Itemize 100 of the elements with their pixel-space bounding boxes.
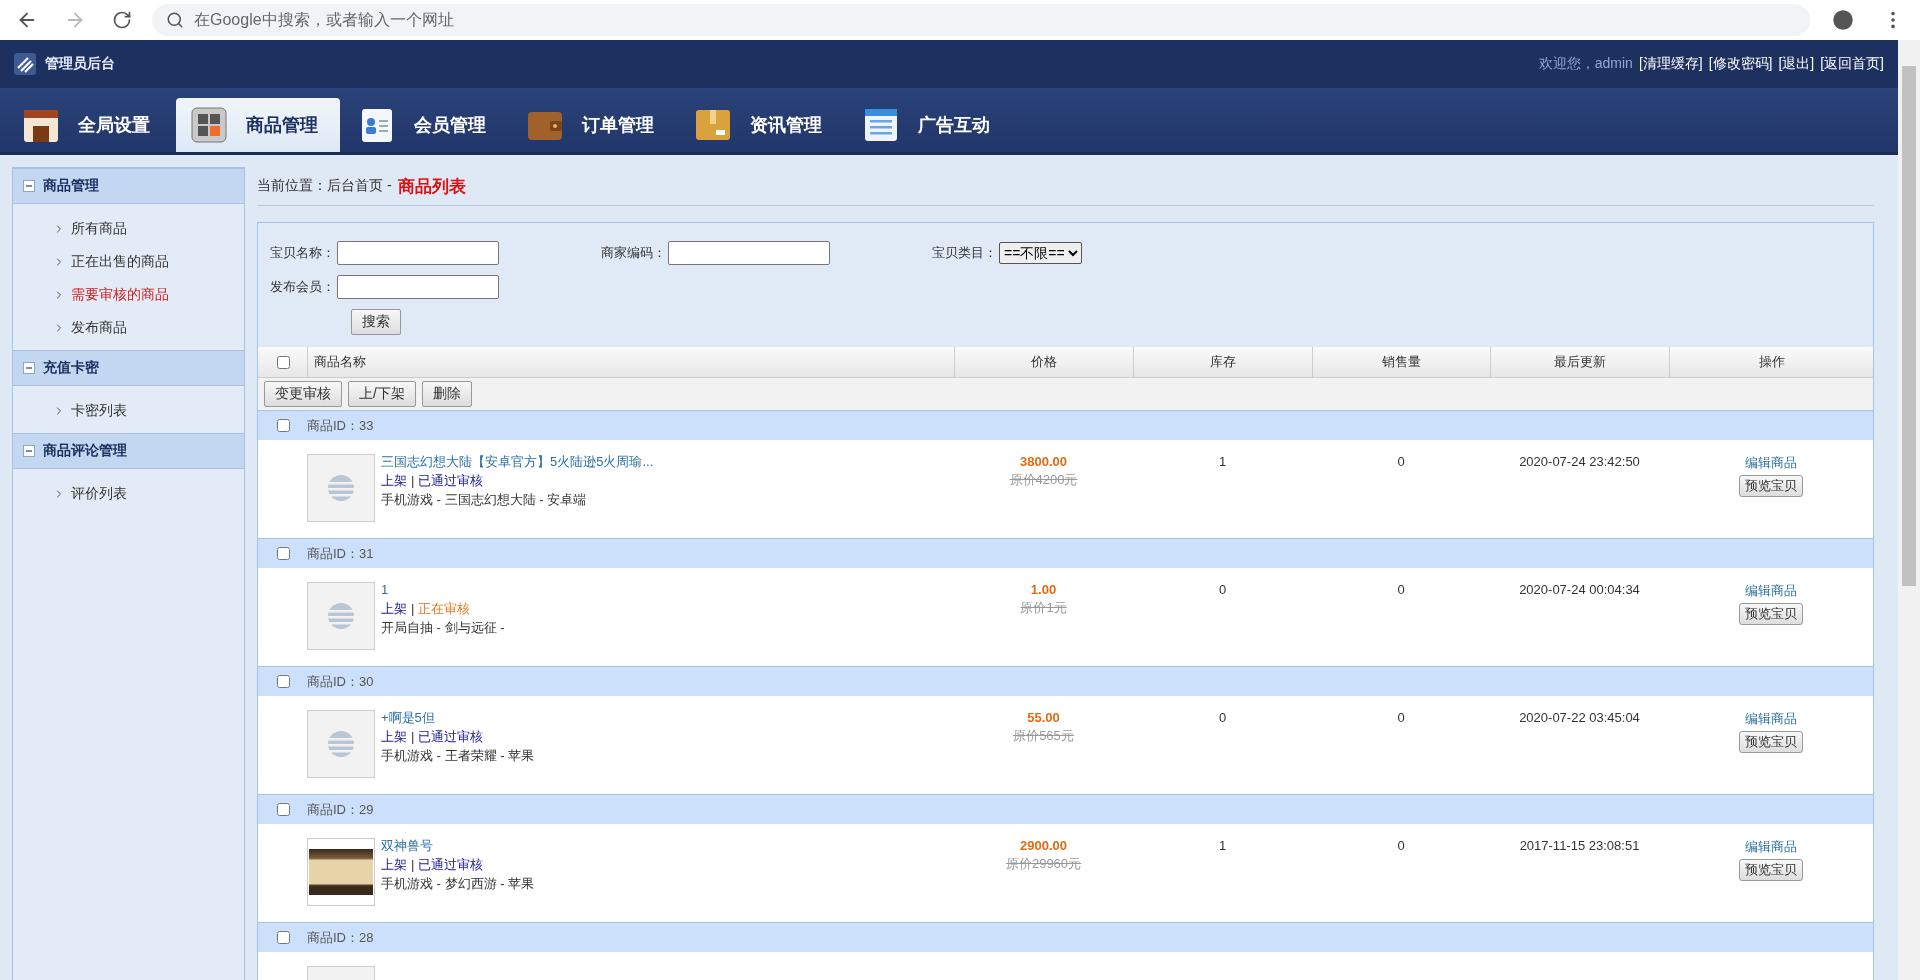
- product-id: 商品ID：31: [307, 544, 375, 563]
- review-status: 已通过审核: [418, 729, 484, 745]
- original-price: 原价565元: [1013, 727, 1074, 745]
- category-path: 开局自抽 - 剑与远征 -: [381, 620, 505, 636]
- search-icon: [166, 11, 184, 29]
- select-all-checkbox[interactable]: [276, 355, 290, 369]
- text-input[interactable]: [337, 275, 499, 299]
- sidebar-item[interactable]: 评价列表: [53, 483, 244, 504]
- app-title: 管理员后台: [45, 55, 115, 73]
- text-input[interactable]: [668, 241, 830, 265]
- field-label: 发布会员：: [270, 278, 335, 296]
- row-checkbox[interactable]: [276, 675, 290, 688]
- price: 55.00: [1027, 710, 1060, 725]
- row-checkbox[interactable]: [276, 419, 290, 432]
- sidebar-section-header[interactable]: 商品管理: [13, 168, 244, 204]
- text-input[interactable]: [337, 241, 499, 265]
- review-status: 已通过审核: [418, 857, 484, 873]
- edit-product-link[interactable]: 编辑商品: [1745, 454, 1797, 472]
- sidebar-item[interactable]: 发布商品: [53, 317, 244, 338]
- review-status: 正在审核: [418, 601, 471, 617]
- list-window-icon: [862, 106, 900, 144]
- original-price: 原价29960元: [1005, 855, 1082, 873]
- preview-button[interactable]: 预览宝贝: [1739, 603, 1803, 625]
- product-id: 商品ID：29: [307, 800, 375, 819]
- nav-tab[interactable]: 会员管理: [344, 98, 508, 152]
- welcome-text: 欢迎您，admin: [1538, 55, 1633, 73]
- column-header: 商品名称: [307, 347, 954, 377]
- product-id: 商品ID：30: [307, 672, 375, 691]
- breadcrumb-path: 当前位置：后台首页 -: [257, 177, 392, 195]
- column-header: 销售量: [1312, 347, 1490, 377]
- sales-cell-text: 0: [1396, 453, 1406, 471]
- photo-placeholder: [307, 838, 375, 906]
- shelf-status-link[interactable]: 上架: [381, 601, 407, 617]
- sidebar-section-title: 商品评论管理: [43, 442, 127, 460]
- column-header: 最后更新: [1490, 347, 1669, 377]
- sidebar-item[interactable]: 卡密列表: [53, 400, 244, 421]
- edit-product-link[interactable]: 编辑商品: [1745, 582, 1797, 600]
- sales-cell-text: 0: [1396, 581, 1406, 599]
- column-header: 库存: [1133, 347, 1312, 377]
- shelf-status-link[interactable]: 上架: [381, 473, 407, 489]
- header-link[interactable]: [修改密码]: [1708, 55, 1773, 73]
- search-button[interactable]: 搜索: [351, 309, 401, 335]
- pencil-logo-icon: [14, 53, 36, 75]
- row-checkbox[interactable]: [276, 931, 290, 944]
- field-label: 宝贝类目：: [932, 244, 997, 262]
- edit-product-link[interactable]: 编辑商品: [1745, 838, 1797, 856]
- sidebar-section-header[interactable]: 商品评论管理: [13, 433, 244, 469]
- bulk-action-button[interactable]: 上/下架: [348, 381, 416, 407]
- divider-text: |: [411, 601, 415, 617]
- sales-cell-text: 0: [1396, 837, 1406, 855]
- column-header: 操作: [1669, 347, 1873, 377]
- product-title-link[interactable]: 三国志幻想大陆【安卓官方】5火陆逊5火周瑜...: [381, 454, 654, 470]
- bulk-action-button[interactable]: 删除: [421, 381, 472, 407]
- shelf-status-link[interactable]: 上架: [381, 729, 407, 745]
- category-select[interactable]: ==不限==: [999, 242, 1082, 264]
- product-title-link[interactable]: 1: [381, 582, 505, 598]
- sidebar-item[interactable]: 正在出售的商品: [53, 251, 244, 272]
- sidebar-item[interactable]: 所有商品: [53, 218, 244, 239]
- collapse-icon[interactable]: [23, 445, 35, 457]
- preview-button[interactable]: 预览宝贝: [1739, 859, 1803, 881]
- grid-icon: [190, 106, 228, 144]
- product-id: 商品ID：33: [307, 416, 375, 435]
- preview-button[interactable]: 预览宝贝: [1739, 731, 1803, 753]
- sidebar-item[interactable]: 需要审核的商品: [53, 284, 244, 305]
- header-link[interactable]: [清理缓存]: [1638, 55, 1703, 73]
- nav-tab[interactable]: 订单管理: [512, 98, 676, 152]
- nav-tab[interactable]: 全局设置: [8, 98, 172, 152]
- header-link[interactable]: [返回首页]: [1820, 55, 1884, 73]
- price: 1.00: [1030, 582, 1057, 597]
- edit-product-link[interactable]: 编辑商品: [1745, 710, 1797, 728]
- bulk-action-button[interactable]: 变更审核: [264, 381, 342, 407]
- product-title-link[interactable]: 双神兽号: [381, 838, 535, 854]
- shelf-status-link[interactable]: 上架: [381, 857, 407, 873]
- sales-cell-text: 0: [1396, 709, 1406, 727]
- updated-cell-text: 2020-07-24 00:04:34: [1518, 581, 1641, 599]
- original-price: 原价1元: [1020, 599, 1067, 617]
- row-checkbox[interactable]: [276, 803, 290, 816]
- stock-cell-text: 1: [1217, 837, 1228, 855]
- address-field[interactable]: 在Google中搜索，或者输入一个网址: [152, 4, 1810, 36]
- nav-tab[interactable]: 商品管理: [176, 98, 340, 152]
- scrollbar[interactable]: [1898, 40, 1920, 980]
- divider-text: |: [411, 473, 415, 489]
- nav-tab[interactable]: 广告互动: [848, 98, 1012, 152]
- product-title-link[interactable]: +啊是5但: [381, 710, 535, 726]
- original-price: 原价4200元: [1009, 471, 1078, 489]
- collapse-icon[interactable]: [23, 180, 35, 192]
- sidebar-section-header[interactable]: 充值卡密: [13, 350, 244, 386]
- breadcrumb-current: 商品列表: [397, 175, 466, 198]
- preview-button[interactable]: 预览宝贝: [1739, 475, 1803, 497]
- stock-cell-text: 0: [1217, 709, 1228, 727]
- sidebar-section-title: 充值卡密: [43, 359, 99, 377]
- header-link[interactable]: [退出]: [1778, 55, 1815, 73]
- product-id: 商品ID：28: [307, 928, 375, 947]
- price: 2900.00: [1020, 838, 1067, 853]
- category-path: 手机游戏 - 梦幻西游 - 苹果: [381, 876, 535, 892]
- collapse-icon[interactable]: [23, 362, 35, 374]
- updated-cell-text: 2020-07-22 03:45:04: [1518, 709, 1641, 727]
- nav-tab[interactable]: 资讯管理: [680, 98, 844, 152]
- row-checkbox[interactable]: [276, 547, 290, 560]
- review-status: 已通过审核: [418, 473, 484, 489]
